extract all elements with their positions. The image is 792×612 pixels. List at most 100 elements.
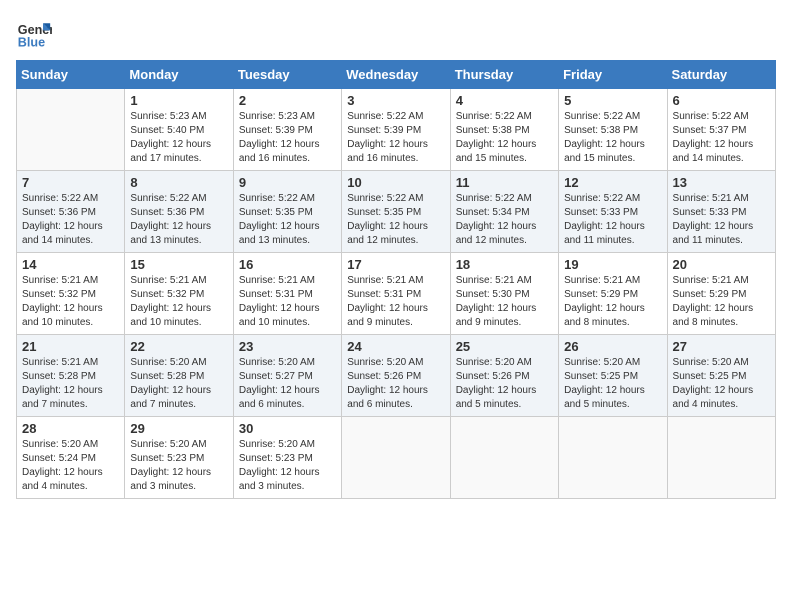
calendar-cell: 15 Sunrise: 5:21 AM Sunset: 5:32 PM Dayli… [125,253,233,335]
day-info: Sunrise: 5:21 AM Sunset: 5:32 PM Dayligh… [22,274,119,330]
day-number: 20 [673,257,770,272]
svg-text:Blue: Blue [18,36,45,50]
day-number: 28 [22,421,119,436]
calendar-cell [667,417,775,499]
day-number: 19 [564,257,661,272]
calendar-cell: 19Sunrise: 5:21 AM Sunset: 5:29 PM Dayli… [559,253,667,335]
calendar-header-row: SundayMondayTuesdayWednesdayThursdayFrid… [17,61,776,89]
day-info: Sunrise: 5:20 AM Sunset: 5:28 PM Dayligh… [130,356,227,412]
day-number: 7 [22,175,119,190]
calendar-cell: 26 Sunrise: 5:20 AM Sunset: 5:25 PM Dayli… [559,335,667,417]
calendar-cell: 3Sunrise: 5:22 AM Sunset: 5:39 PM Daylig… [342,89,450,171]
day-number: 22 [130,339,227,354]
day-info: Sunrise: 5:21 AM Sunset: 5:29 PM Dayligh… [673,274,770,330]
day-info: Sunrise: 5:20 AM Sunset: 5:25 PM Dayligh… [673,356,770,412]
day-info: Sunrise: 5:20 AM Sunset: 5:24 PM Dayligh… [22,438,119,494]
calendar-cell: 4Sunrise: 5:22 AM Sunset: 5:38 PM Daylig… [450,89,558,171]
calendar-cell [559,417,667,499]
day-number: 27 [673,339,770,354]
day-number: 14 [22,257,119,272]
day-info: Sunrise: 5:21 AM Sunset: 5:28 PM Dayligh… [22,356,119,412]
calendar-cell: 7 Sunrise: 5:22 AM Sunset: 5:36 PM Daylig… [17,171,125,253]
calendar-cell: 21 Sunrise: 5:21 AM Sunset: 5:28 PM Dayli… [17,335,125,417]
calendar-cell: 16 Sunrise: 5:21 AM Sunset: 5:31 PM Dayli… [233,253,341,335]
calendar-cell: 14 Sunrise: 5:21 AM Sunset: 5:32 PM Dayli… [17,253,125,335]
header-friday: Friday [559,61,667,89]
calendar-cell: 8 Sunrise: 5:22 AM Sunset: 5:36 PM Daylig… [125,171,233,253]
day-number: 21 [22,339,119,354]
day-number: 23 [239,339,336,354]
calendar-cell: 5 Sunrise: 5:22 AM Sunset: 5:38 PM Daylig… [559,89,667,171]
day-number: 24 [347,339,444,354]
day-info: Sunrise: 5:22 AM Sunset: 5:38 PM Dayligh… [564,110,661,166]
day-number: 25 [456,339,553,354]
day-number: 18 [456,257,553,272]
day-number: 26 [564,339,661,354]
header-thursday: Thursday [450,61,558,89]
day-number: 5 [564,93,661,108]
calendar-cell: 12Sunrise: 5:22 AM Sunset: 5:33 PM Dayli… [559,171,667,253]
calendar-cell: 1 Sunrise: 5:23 AM Sunset: 5:40 PM Daylig… [125,89,233,171]
day-info: Sunrise: 5:20 AM Sunset: 5:23 PM Dayligh… [130,438,227,494]
week-row-3: 21 Sunrise: 5:21 AM Sunset: 5:28 PM Dayli… [17,335,776,417]
calendar-cell: 29Sunrise: 5:20 AM Sunset: 5:23 PM Dayli… [125,417,233,499]
calendar-cell: 25 Sunrise: 5:20 AM Sunset: 5:26 PM Dayli… [450,335,558,417]
calendar-cell: 17 Sunrise: 5:21 AM Sunset: 5:31 PM Dayli… [342,253,450,335]
calendar-cell: 22 Sunrise: 5:20 AM Sunset: 5:28 PM Dayli… [125,335,233,417]
calendar-cell: 23 Sunrise: 5:20 AM Sunset: 5:27 PM Dayli… [233,335,341,417]
calendar-cell: 2Sunrise: 5:23 AM Sunset: 5:39 PM Daylig… [233,89,341,171]
day-number: 13 [673,175,770,190]
header-wednesday: Wednesday [342,61,450,89]
day-number: 17 [347,257,444,272]
day-info: Sunrise: 5:22 AM Sunset: 5:35 PM Dayligh… [347,192,444,248]
calendar-cell: 6 Sunrise: 5:22 AM Sunset: 5:37 PM Daylig… [667,89,775,171]
calendar-cell: 13 Sunrise: 5:21 AM Sunset: 5:33 PM Dayli… [667,171,775,253]
header-tuesday: Tuesday [233,61,341,89]
day-info: Sunrise: 5:20 AM Sunset: 5:23 PM Dayligh… [239,438,336,494]
day-number: 9 [239,175,336,190]
day-info: Sunrise: 5:21 AM Sunset: 5:32 PM Dayligh… [130,274,227,330]
day-info: Sunrise: 5:22 AM Sunset: 5:36 PM Dayligh… [22,192,119,248]
day-info: Sunrise: 5:23 AM Sunset: 5:40 PM Dayligh… [130,110,227,166]
day-number: 15 [130,257,227,272]
day-info: Sunrise: 5:20 AM Sunset: 5:27 PM Dayligh… [239,356,336,412]
week-row-1: 7 Sunrise: 5:22 AM Sunset: 5:36 PM Daylig… [17,171,776,253]
logo: General Blue [16,16,56,52]
day-info: Sunrise: 5:22 AM Sunset: 5:38 PM Dayligh… [456,110,553,166]
calendar-cell: 28 Sunrise: 5:20 AM Sunset: 5:24 PM Dayli… [17,417,125,499]
day-number: 8 [130,175,227,190]
calendar-cell: 9 Sunrise: 5:22 AM Sunset: 5:35 PM Daylig… [233,171,341,253]
day-info: Sunrise: 5:23 AM Sunset: 5:39 PM Dayligh… [239,110,336,166]
calendar-cell [17,89,125,171]
calendar-table: SundayMondayTuesdayWednesdayThursdayFrid… [16,60,776,499]
day-info: Sunrise: 5:20 AM Sunset: 5:25 PM Dayligh… [564,356,661,412]
day-info: Sunrise: 5:21 AM Sunset: 5:33 PM Dayligh… [673,192,770,248]
day-number: 11 [456,175,553,190]
day-number: 1 [130,93,227,108]
week-row-0: 1 Sunrise: 5:23 AM Sunset: 5:40 PM Daylig… [17,89,776,171]
calendar-cell [342,417,450,499]
day-number: 10 [347,175,444,190]
day-info: Sunrise: 5:21 AM Sunset: 5:31 PM Dayligh… [239,274,336,330]
day-info: Sunrise: 5:22 AM Sunset: 5:37 PM Dayligh… [673,110,770,166]
calendar-cell: 24 Sunrise: 5:20 AM Sunset: 5:26 PM Dayli… [342,335,450,417]
day-info: Sunrise: 5:22 AM Sunset: 5:34 PM Dayligh… [456,192,553,248]
day-number: 16 [239,257,336,272]
day-info: Sunrise: 5:22 AM Sunset: 5:33 PM Dayligh… [564,192,661,248]
calendar-cell: 30Sunrise: 5:20 AM Sunset: 5:23 PM Dayli… [233,417,341,499]
day-info: Sunrise: 5:20 AM Sunset: 5:26 PM Dayligh… [347,356,444,412]
calendar-cell: 11 Sunrise: 5:22 AM Sunset: 5:34 PM Dayli… [450,171,558,253]
day-info: Sunrise: 5:21 AM Sunset: 5:30 PM Dayligh… [456,274,553,330]
calendar-cell: 20 Sunrise: 5:21 AM Sunset: 5:29 PM Dayli… [667,253,775,335]
day-info: Sunrise: 5:21 AM Sunset: 5:31 PM Dayligh… [347,274,444,330]
day-info: Sunrise: 5:22 AM Sunset: 5:35 PM Dayligh… [239,192,336,248]
day-info: Sunrise: 5:20 AM Sunset: 5:26 PM Dayligh… [456,356,553,412]
logo-icon: General Blue [16,16,52,52]
day-number: 3 [347,93,444,108]
page-header: General Blue [16,16,776,52]
day-info: Sunrise: 5:22 AM Sunset: 5:36 PM Dayligh… [130,192,227,248]
header-sunday: Sunday [17,61,125,89]
day-number: 6 [673,93,770,108]
calendar-cell: 10 Sunrise: 5:22 AM Sunset: 5:35 PM Dayli… [342,171,450,253]
calendar-cell: 18 Sunrise: 5:21 AM Sunset: 5:30 PM Dayli… [450,253,558,335]
